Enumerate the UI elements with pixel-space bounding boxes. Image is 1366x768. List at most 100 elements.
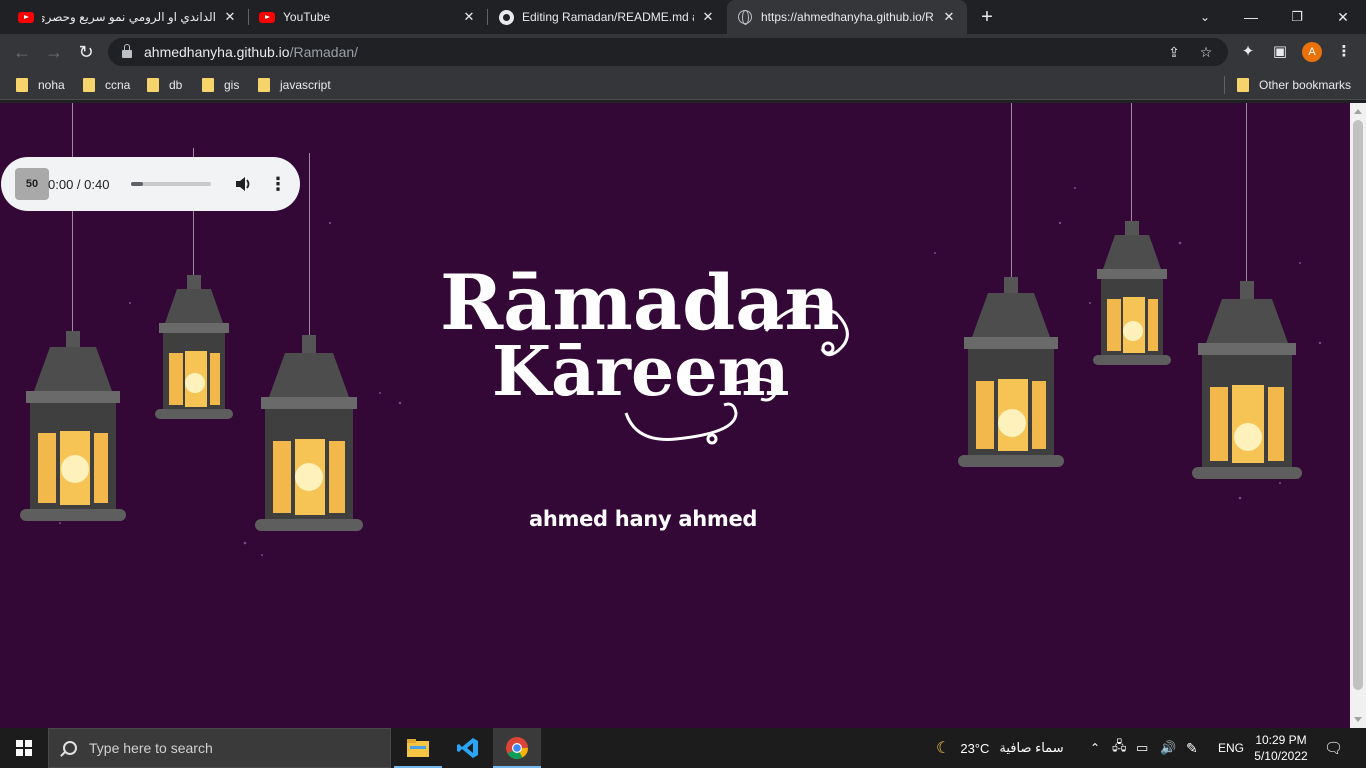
battery-icon[interactable]: ▭ xyxy=(1136,728,1148,768)
bookmark-label: noha xyxy=(38,78,65,92)
youtube-icon xyxy=(259,9,275,25)
show-hidden-icons[interactable]: ⌃ xyxy=(1090,728,1100,768)
address-bar[interactable]: ahmedhanyha.github.io/Ramadan/ ⇪ ☆ xyxy=(108,38,1228,66)
bookmark-label: ccna xyxy=(105,78,131,92)
search-icon xyxy=(63,741,77,755)
tab-title: YouTube xyxy=(283,10,331,24)
close-icon[interactable]: ✕ xyxy=(222,9,238,25)
extensions-icon[interactable]: ✦ xyxy=(1238,42,1258,62)
volume-icon[interactable] xyxy=(233,174,253,194)
reload-button[interactable]: ↻ xyxy=(72,38,100,66)
back-button[interactable]: ← xyxy=(8,38,36,66)
system-clock[interactable]: 10:29 PM 5/10/2022 xyxy=(1250,732,1312,764)
vscode-icon xyxy=(457,738,478,758)
page-scrollbar[interactable] xyxy=(1350,103,1366,728)
folder-icon xyxy=(258,78,270,92)
globe-icon xyxy=(737,9,753,25)
url-text[interactable]: ahmedhanyha.github.io/Ramadan/ xyxy=(144,44,358,60)
lantern-icon xyxy=(1192,281,1302,479)
pen-icon[interactable]: ✎ xyxy=(1186,728,1198,768)
close-icon[interactable]: ✕ xyxy=(461,9,477,25)
audio-player[interactable]: 50 0:00 / 0:40 ⋮ xyxy=(1,157,300,211)
chrome-icon xyxy=(506,737,528,759)
bookmark-gis[interactable]: gis xyxy=(202,77,239,93)
clock-time: 10:29 PM xyxy=(1255,733,1307,747)
weather-text: سماء صافية xyxy=(999,740,1064,755)
youtube-icon xyxy=(18,9,34,25)
audio-progress-slider[interactable] xyxy=(131,182,211,186)
language-indicator[interactable]: ENG xyxy=(1218,728,1244,768)
bookmark-label: db xyxy=(169,78,183,92)
vscode-button[interactable] xyxy=(444,728,492,768)
ramadan-kareem-title: Rāmadan Kāreem xyxy=(440,258,849,445)
more-options-icon[interactable]: ⋮ xyxy=(269,173,287,195)
close-window-button[interactable]: ✕ xyxy=(1320,0,1366,34)
windows-logo-icon xyxy=(16,740,32,756)
lantern-icon xyxy=(1093,221,1171,365)
bookmarks-bar: noha ccna db gis javascript Other bookma… xyxy=(0,70,1366,100)
clock-date: 5/10/2022 xyxy=(1254,749,1308,763)
tab-title: الداندي او الرومي نمو سريع وحصري xyxy=(42,10,216,24)
close-icon[interactable]: ✕ xyxy=(700,9,716,25)
minimize-button[interactable]: — xyxy=(1228,0,1274,34)
folder-icon xyxy=(147,78,159,92)
tab-search-button[interactable]: ⌄ xyxy=(1182,0,1228,34)
start-button[interactable] xyxy=(0,728,48,768)
tab-github-editing[interactable]: Editing Ramadan/README.md at ✕ xyxy=(488,0,726,34)
search-placeholder: Type here to search xyxy=(89,740,213,756)
weather-widget[interactable]: ☾ 23°C سماء صافية xyxy=(936,728,1064,768)
author-name: ahmed hany ahmed xyxy=(529,507,758,531)
lantern-rope xyxy=(1011,103,1012,281)
tab-ramadan-site[interactable]: https://ahmedhanyha.github.io/R ✕ xyxy=(727,0,967,34)
notification-icon[interactable]: 🗨 xyxy=(1324,728,1343,768)
play-button[interactable]: 50 xyxy=(15,168,49,200)
other-bookmarks[interactable]: Other bookmarks xyxy=(1237,77,1351,93)
bookmark-ccna[interactable]: ccna xyxy=(83,77,130,93)
share-icon[interactable]: ⇪ xyxy=(1166,44,1182,60)
scrollbar-thumb[interactable] xyxy=(1353,120,1363,690)
lantern-rope xyxy=(72,103,73,335)
scroll-up-icon[interactable] xyxy=(1354,109,1362,114)
github-icon xyxy=(498,9,514,25)
bookmark-label: gis xyxy=(224,78,240,92)
tab-title: Editing Ramadan/README.md at xyxy=(522,10,694,24)
network-icon[interactable]: 🖧 xyxy=(1112,728,1127,768)
folder-icon xyxy=(407,739,429,757)
folder-icon xyxy=(202,78,214,92)
close-icon[interactable]: ✕ xyxy=(941,9,957,25)
tab-youtube-video[interactable]: الداندي او الرومي نمو سريع وحصري ✕ xyxy=(8,0,248,34)
folder-icon xyxy=(83,78,95,92)
side-panel-icon[interactable]: ▣ xyxy=(1270,42,1290,62)
windows-taskbar: Type here to search ☾ 23°C سماء صافية ⌃ … xyxy=(0,728,1366,768)
file-explorer-button[interactable] xyxy=(394,728,442,768)
bookmarks-separator xyxy=(1224,76,1225,94)
lantern-icon xyxy=(20,331,126,521)
menu-kebab-icon[interactable]: ⋮ xyxy=(1334,42,1354,62)
profile-avatar[interactable]: A xyxy=(1302,42,1322,62)
restore-button[interactable]: ❐ xyxy=(1274,0,1320,34)
scroll-down-icon[interactable] xyxy=(1354,717,1362,722)
browser-toolbar: ← → ↻ ahmedhanyha.github.io/Ramadan/ ⇪ ☆… xyxy=(0,34,1366,70)
lantern-rope xyxy=(1246,103,1247,285)
bookmark-label: javascript xyxy=(280,78,331,92)
bookmark-javascript[interactable]: javascript xyxy=(258,77,331,93)
weather-temp: 23°C xyxy=(960,740,990,756)
chrome-button[interactable] xyxy=(493,728,541,768)
title-line-2: Kāreem xyxy=(492,332,789,412)
tab-title: https://ahmedhanyha.github.io/R xyxy=(761,10,934,24)
lantern-icon xyxy=(958,277,1064,467)
lantern-rope xyxy=(309,153,310,340)
tab-youtube[interactable]: YouTube ✕ xyxy=(249,0,487,34)
lock-icon[interactable] xyxy=(122,44,132,58)
new-tab-button[interactable]: + xyxy=(976,7,998,27)
forward-button[interactable]: → xyxy=(40,38,68,66)
bookmark-noha[interactable]: noha xyxy=(16,77,65,93)
bookmark-star-icon[interactable]: ☆ xyxy=(1198,44,1214,60)
bookmark-db[interactable]: db xyxy=(147,77,182,93)
moon-icon: ☾ xyxy=(936,740,951,757)
taskbar-search[interactable]: Type here to search xyxy=(48,728,391,768)
volume-icon[interactable]: 🔊 xyxy=(1160,728,1176,768)
url-host: ahmedhanyha.github.io xyxy=(144,44,290,60)
tab-strip: الداندي او الرومي نمو سريع وحصري ✕ YouTu… xyxy=(0,0,1366,34)
page-content: 50 0:00 / 0:40 ⋮ Rāmadan Kāreem ahmed ha… xyxy=(0,103,1350,728)
